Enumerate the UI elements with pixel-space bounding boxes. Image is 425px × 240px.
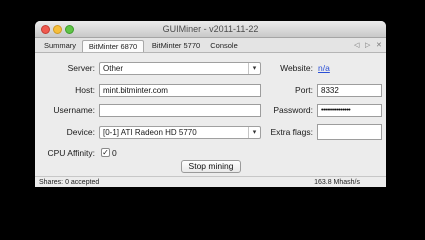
tab-bitminter-6870[interactable]: BitMinter 6870 xyxy=(82,40,144,52)
tab-close-icon[interactable]: ✕ xyxy=(376,40,382,51)
window-title: GUIMiner - v2011-11-22 xyxy=(162,24,259,34)
stop-mining-button[interactable]: Stop mining xyxy=(181,160,241,173)
cpu-affinity-label: CPU Affinity: xyxy=(47,148,95,158)
cpu-affinity-value: 0 xyxy=(112,148,117,158)
extra-flags-label: Extra flags: xyxy=(270,127,313,137)
password-field[interactable]: ••••••••••••••• xyxy=(317,104,382,117)
website-label: Website: xyxy=(280,63,313,73)
device-label: Device: xyxy=(66,127,95,137)
tab-bar: Summary BitMinter 6870 BitMinter 5770 Co… xyxy=(35,38,386,53)
device-select[interactable]: [0-1] ATI Radeon HD 5770 ▾ xyxy=(99,126,261,139)
tab-bitminter-5770[interactable]: BitMinter 5770 xyxy=(147,40,205,52)
website-link[interactable]: n/a xyxy=(318,62,330,74)
port-label: Port: xyxy=(295,85,313,95)
cpu-affinity-checkbox[interactable]: ✓ xyxy=(101,148,110,157)
tab-console[interactable]: Console xyxy=(207,40,241,52)
chevron-down-icon: ▾ xyxy=(248,127,260,138)
title-bar[interactable]: GUIMiner - v2011-11-22 xyxy=(35,21,386,38)
device-select-value: [0-1] ATI Radeon HD 5770 xyxy=(103,128,197,137)
server-select-value: Other xyxy=(103,64,124,73)
chevron-down-icon: ▾ xyxy=(248,63,260,74)
tab-scroll-right-icon[interactable]: ▷ xyxy=(365,40,370,51)
extra-flags-field[interactable] xyxy=(317,124,382,140)
password-label: Password: xyxy=(273,105,313,115)
server-label: Server: xyxy=(67,63,95,73)
host-field[interactable]: mint.bitminter.com xyxy=(99,84,261,97)
tab-summary[interactable]: Summary xyxy=(41,40,79,52)
shares-status: Shares: 0 accepted xyxy=(39,179,100,186)
tab-scroll-left-icon[interactable]: ◁ xyxy=(354,40,359,51)
username-label: Username: xyxy=(53,105,95,115)
hashrate-status: 163.8 Mhash/s xyxy=(314,179,360,186)
server-select[interactable]: Other ▾ xyxy=(99,62,261,75)
port-field[interactable]: 8332 xyxy=(317,84,382,97)
host-label: Host: xyxy=(75,85,95,95)
status-bar: Shares: 0 accepted 163.8 Mhash/s xyxy=(35,176,386,187)
main-window: GUIMiner - v2011-11-22 Summary BitMinter… xyxy=(35,21,386,187)
username-field[interactable] xyxy=(99,104,261,117)
